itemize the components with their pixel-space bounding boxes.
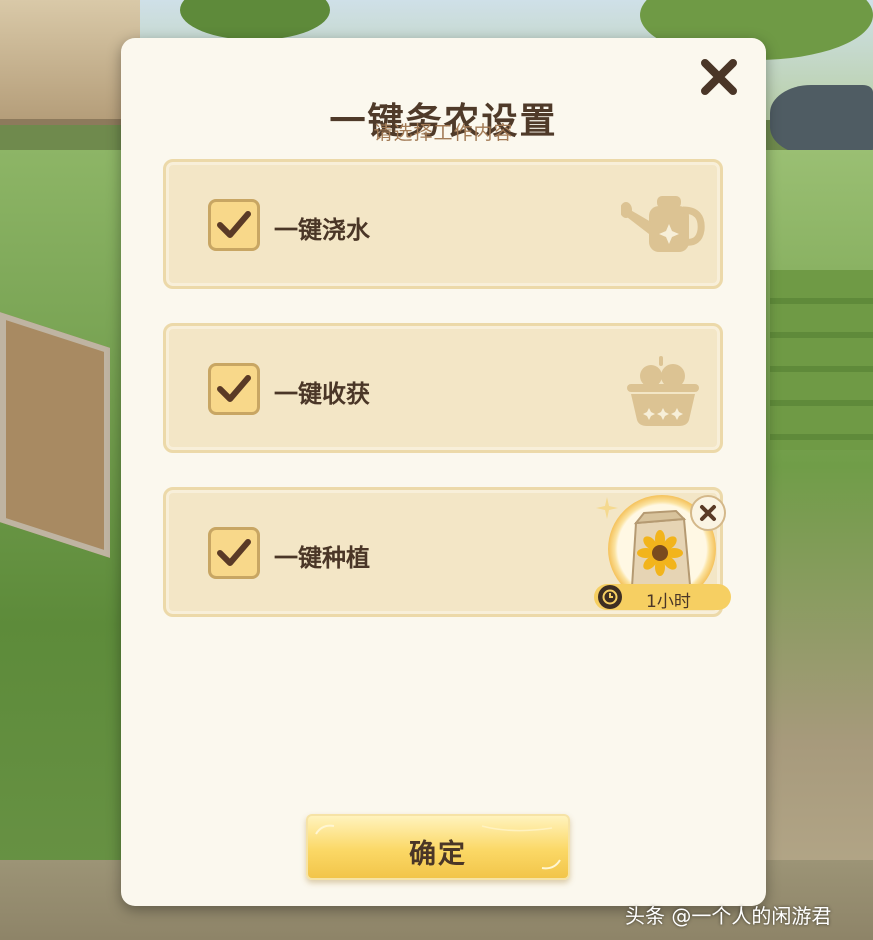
growth-timer: 1小时 xyxy=(594,584,731,612)
growth-duration: 1小时 xyxy=(646,592,691,612)
close-icon xyxy=(700,505,716,521)
watermark: 头条 @一个人的闲游君 xyxy=(625,904,832,928)
grass xyxy=(765,150,873,940)
clock-icon xyxy=(598,585,622,609)
house xyxy=(0,0,140,125)
seed-slot[interactable]: 1小时 xyxy=(594,495,731,613)
option-label: 一键浇水 xyxy=(274,216,370,244)
option-label: 一键种植 xyxy=(274,544,370,572)
watering-can-icon xyxy=(621,196,705,252)
dialog-subtitle: 请选择工作内容 xyxy=(373,122,514,144)
planting-checkbox[interactable] xyxy=(208,527,260,579)
remove-seed-button[interactable] xyxy=(690,495,726,531)
option-watering[interactable]: 一键浇水 xyxy=(163,159,723,289)
confirm-button-label: 确定 xyxy=(409,839,467,870)
checkmark-icon xyxy=(217,539,251,566)
stone-path xyxy=(0,312,110,558)
close-button[interactable] xyxy=(696,54,742,100)
option-planting[interactable]: 一键种植 1小时 xyxy=(163,487,731,617)
sunflower-seed-bag-icon xyxy=(630,509,692,589)
rocks xyxy=(770,85,873,155)
watering-checkbox[interactable] xyxy=(208,199,260,251)
sparkle-icon xyxy=(596,497,618,519)
crop-field xyxy=(770,270,873,450)
farming-settings-dialog: 一键务农设置 请选择工作内容 一键浇水 一键收获 一键种植 1小时 确定 xyxy=(121,38,766,906)
checkmark-icon xyxy=(217,211,251,238)
checkmark-icon xyxy=(217,375,251,402)
close-icon xyxy=(701,59,737,95)
confirm-button[interactable]: 确定 xyxy=(306,814,570,880)
harvest-basket-icon xyxy=(627,356,699,426)
option-harvest[interactable]: 一键收获 xyxy=(163,323,723,453)
harvest-checkbox[interactable] xyxy=(208,363,260,415)
option-label: 一键收获 xyxy=(274,380,370,408)
